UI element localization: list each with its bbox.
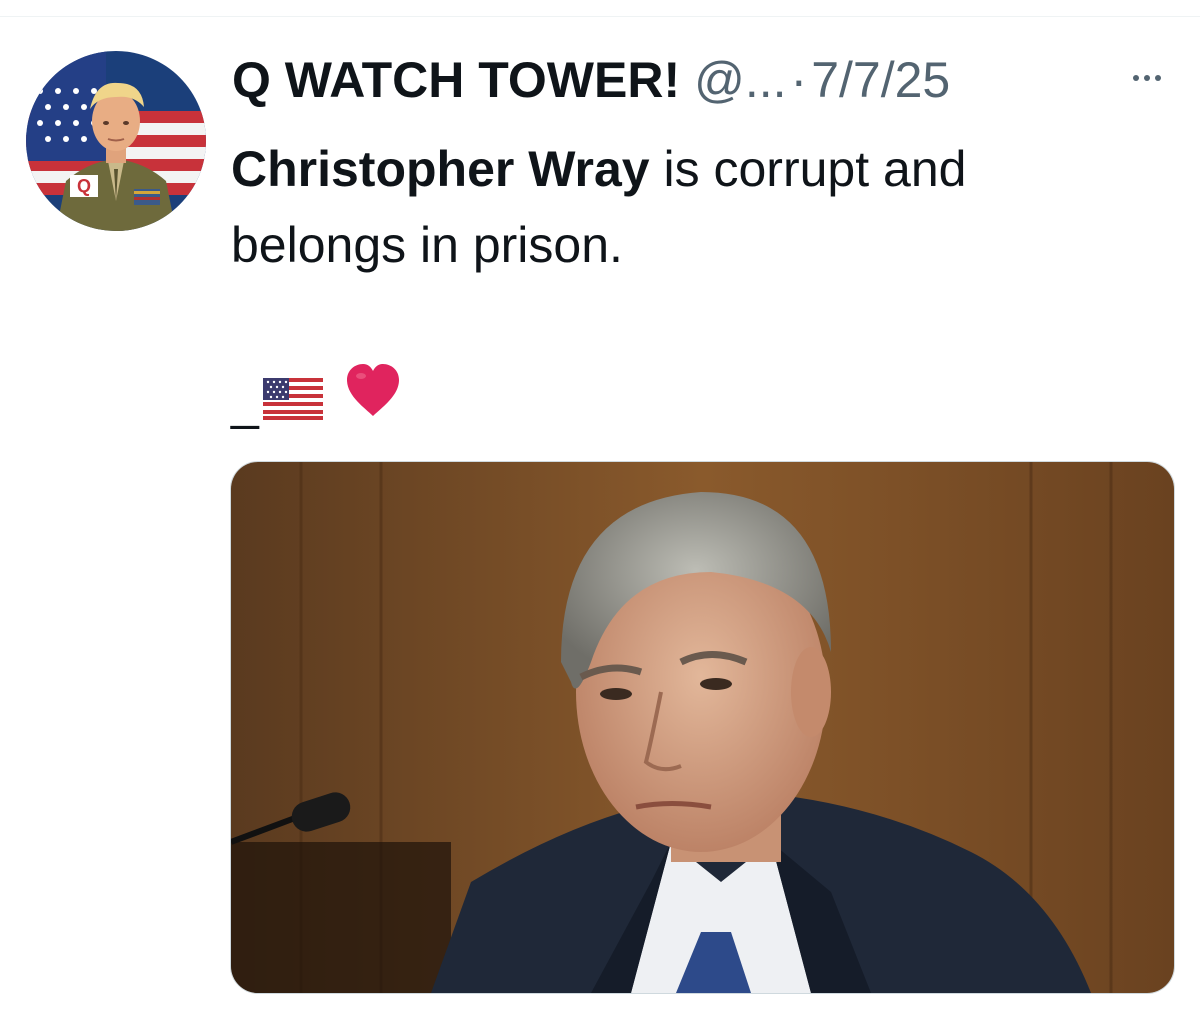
top-divider	[0, 16, 1200, 17]
more-options-icon[interactable]	[1124, 66, 1170, 90]
emoji-line: _	[231, 360, 403, 432]
tweet-date[interactable]: 7/7/25	[811, 50, 950, 110]
separator-dot: ·	[790, 52, 808, 108]
media-photo	[231, 462, 1174, 993]
tweet-text: Christopher Wray is corrupt and belongs …	[231, 131, 1151, 283]
user-handle[interactable]: @...	[694, 50, 786, 110]
more-dot	[1133, 75, 1139, 81]
bold-name[interactable]: Christopher Wray	[231, 141, 650, 197]
underscore-text: _	[231, 374, 259, 430]
more-dot	[1155, 75, 1161, 81]
display-name[interactable]: Q WATCH TOWER!	[232, 50, 680, 110]
more-dot	[1144, 75, 1150, 81]
tweet-header: Q WATCH TOWER! @... · 7/7/25	[232, 50, 950, 110]
red-heart-emoji	[343, 360, 403, 432]
us-flag-emoji	[262, 374, 323, 432]
avatar[interactable]: Q	[26, 51, 206, 231]
svg-text:Q: Q	[77, 176, 91, 196]
tweet-page: Q Q WATCH TOWER! @... · 7/7/25 Christoph…	[0, 0, 1200, 1015]
tweet-media-image[interactable]	[230, 461, 1175, 994]
avatar-image: Q	[26, 51, 206, 231]
